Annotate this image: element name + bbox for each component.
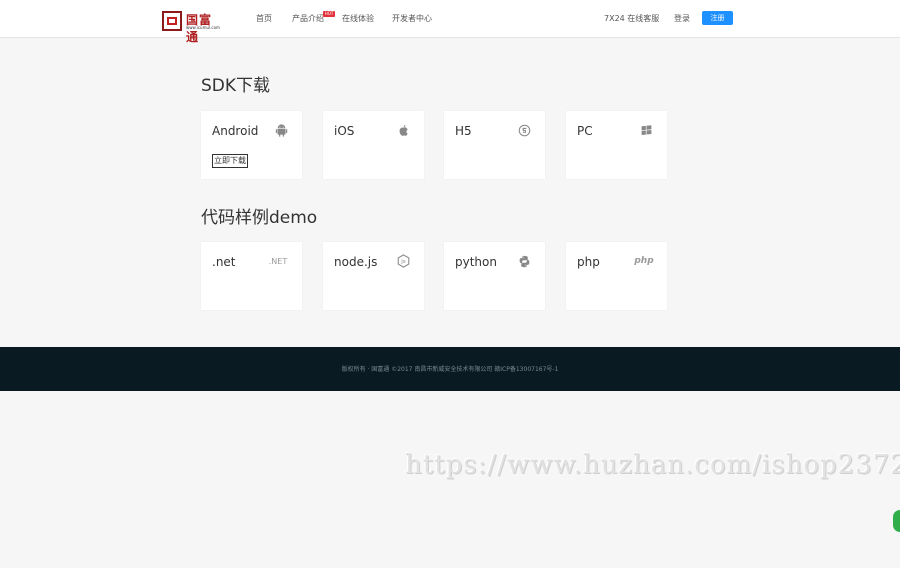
php-icon: php	[634, 256, 654, 266]
floating-chat-icon[interactable]	[893, 510, 900, 532]
nav-online-demo[interactable]: 在线体验	[342, 13, 374, 24]
nav-products[interactable]: 产品介绍	[292, 13, 324, 24]
windows-icon	[639, 123, 653, 137]
sdk-card-h5[interactable]: H5	[444, 111, 545, 179]
card-label: Android	[212, 124, 259, 138]
footer-copyright: 版权所有 · 国富通 ©2017 南昌市新威安全技术有限公司 赣ICP备1300…	[341, 366, 559, 373]
top-header: 国富通 www.icumul.com 首页 产品介绍 HOT 在线体验 开发者中…	[0, 0, 900, 44]
card-label: node.js	[334, 255, 378, 269]
card-label: H5	[455, 124, 472, 138]
hot-badge: HOT	[323, 11, 335, 17]
register-button[interactable]: 注册	[702, 11, 733, 25]
customer-service-link[interactable]: 7X24 在线客服	[604, 13, 659, 24]
demo-card-dotnet[interactable]: .net .NET	[201, 242, 302, 310]
logo-url: www.icumul.com	[186, 25, 220, 30]
footer: 版权所有 · 国富通 ©2017 南昌市新威安全技术有限公司 赣ICP备1300…	[0, 347, 900, 391]
demo-section-title: 代码样例demo	[201, 208, 318, 228]
apple-icon	[396, 123, 410, 137]
sdk-section-title: SDK下载	[201, 76, 271, 96]
card-label: iOS	[334, 124, 355, 138]
dotnet-icon: .NET	[268, 256, 288, 266]
sdk-card-android[interactable]: Android 立即下载	[201, 111, 302, 179]
python-icon	[517, 254, 531, 268]
sdk-card-pc[interactable]: PC	[566, 111, 667, 179]
nav-home[interactable]: 首页	[256, 13, 272, 24]
login-link[interactable]: 登录	[674, 13, 690, 24]
card-label: php	[577, 255, 600, 269]
sdk-card-ios[interactable]: iOS	[323, 111, 424, 179]
logo[interactable]: 国富通 www.icumul.com	[162, 11, 224, 44]
svg-text:js: js	[400, 259, 406, 265]
watermark: https://www.huzhan.com/ishop23723	[405, 450, 900, 480]
card-label: PC	[577, 124, 593, 138]
demo-card-python[interactable]: python	[444, 242, 545, 310]
card-label: .net	[212, 255, 236, 269]
nodejs-icon: js	[396, 254, 410, 268]
download-button[interactable]: 立即下载	[212, 154, 248, 168]
demo-card-nodejs[interactable]: node.js js	[323, 242, 424, 310]
html5-icon	[517, 123, 531, 137]
logo-icon	[162, 11, 182, 31]
android-icon	[274, 123, 288, 137]
demo-card-php[interactable]: php php	[566, 242, 667, 310]
nav-developer-center[interactable]: 开发者中心	[392, 13, 432, 24]
card-label: python	[455, 255, 497, 269]
